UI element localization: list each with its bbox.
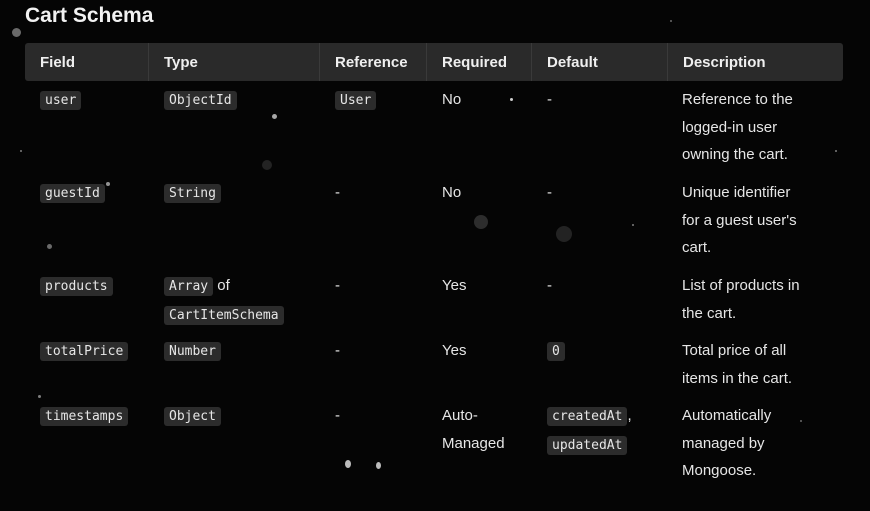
cell-required: No bbox=[427, 179, 532, 262]
schema-table: Field Type Reference Required Default De… bbox=[25, 43, 843, 479]
required-text: No bbox=[442, 91, 462, 108]
header-required: Required bbox=[427, 43, 532, 81]
field-code: guestId bbox=[40, 184, 105, 203]
default-code: 0 bbox=[547, 342, 565, 361]
type-code: Object bbox=[164, 407, 221, 426]
cell-reference: - bbox=[320, 402, 427, 485]
default-text: - bbox=[547, 184, 552, 201]
default-text: - bbox=[547, 277, 552, 294]
default-code-secondary: updatedAt bbox=[547, 435, 628, 455]
cell-field: guestId bbox=[25, 179, 149, 262]
cell-field: products bbox=[25, 272, 149, 329]
cell-type: Number bbox=[149, 337, 320, 392]
cell-type: Array of CartItemSchema bbox=[149, 272, 320, 329]
description-line: owning the cart. bbox=[682, 146, 788, 163]
cell-description: Reference to the logged-in user owning t… bbox=[668, 86, 843, 169]
cell-reference: - bbox=[320, 179, 427, 262]
description-line: Mongoose. bbox=[682, 462, 757, 479]
cell-description: Total price of all items in the cart. bbox=[668, 337, 843, 392]
header-type: Type bbox=[149, 43, 320, 81]
header-field: Field bbox=[25, 43, 149, 81]
table-row: guestId String - No - Unique identifier … bbox=[25, 179, 843, 262]
cell-default: - bbox=[532, 86, 668, 169]
cell-required: Auto- Managed bbox=[427, 402, 532, 485]
type-code: Number bbox=[164, 342, 221, 361]
required-text: No bbox=[442, 184, 462, 201]
cell-default: createdAt, updatedAt bbox=[532, 402, 668, 485]
cell-description: List of products in the cart. bbox=[668, 272, 843, 329]
reference-text: - bbox=[335, 277, 340, 294]
required-text: Auto- bbox=[442, 407, 478, 424]
required-text: Yes bbox=[442, 342, 467, 359]
cell-type: Object bbox=[149, 402, 320, 485]
description-line: managed by bbox=[682, 434, 765, 452]
cell-field: timestamps bbox=[25, 402, 149, 485]
cell-field: user bbox=[25, 86, 149, 169]
default-code: createdAt bbox=[547, 407, 628, 426]
type-suffix: of bbox=[213, 277, 230, 294]
cell-default: - bbox=[532, 272, 668, 329]
description-line: for a guest user's bbox=[682, 211, 797, 229]
cell-description: Unique identifier for a guest user's car… bbox=[668, 179, 843, 262]
description-line: List of products in bbox=[682, 277, 800, 294]
required-text: Managed bbox=[442, 434, 505, 452]
table-row: timestamps Object - Auto- Managed create… bbox=[25, 402, 843, 485]
cell-reference: User bbox=[320, 86, 427, 169]
description-line: cart. bbox=[682, 239, 712, 256]
reference-code: User bbox=[335, 91, 377, 110]
description-line: Automatically bbox=[682, 407, 772, 424]
cell-required: No bbox=[427, 86, 532, 169]
cell-default: - bbox=[532, 179, 668, 262]
table-row: user ObjectId User No - Reference to the… bbox=[25, 86, 843, 169]
table-header: Field Type Reference Required Default De… bbox=[25, 43, 843, 81]
cell-type: ObjectId bbox=[149, 86, 320, 169]
type-code: ObjectId bbox=[164, 91, 237, 110]
description-line: logged-in user bbox=[682, 118, 778, 136]
type-code-secondary: CartItemSchema bbox=[164, 305, 284, 325]
field-code: products bbox=[40, 277, 113, 296]
cell-reference: - bbox=[320, 272, 427, 329]
description-line: Unique identifier bbox=[682, 184, 791, 201]
cell-field: totalPrice bbox=[25, 337, 149, 392]
page-title: Cart Schema bbox=[25, 4, 154, 27]
field-code: timestamps bbox=[40, 407, 129, 426]
table-row: totalPrice Number - Yes 0 Total price of… bbox=[25, 337, 843, 392]
cell-reference: - bbox=[320, 337, 427, 392]
type-code: String bbox=[164, 184, 221, 203]
description-line: Total price of all bbox=[682, 342, 787, 359]
field-code: user bbox=[40, 91, 82, 110]
field-code: totalPrice bbox=[40, 342, 129, 361]
type-code: Array bbox=[164, 277, 214, 296]
header-default: Default bbox=[532, 43, 668, 81]
table-row: products Array of CartItemSchema - Yes -… bbox=[25, 272, 843, 329]
required-text: Yes bbox=[442, 277, 467, 294]
cell-description: Automatically managed by Mongoose. bbox=[668, 402, 843, 485]
cell-default: 0 bbox=[532, 337, 668, 392]
cell-required: Yes bbox=[427, 337, 532, 392]
description-line: items in the cart. bbox=[682, 369, 793, 387]
cell-required: Yes bbox=[427, 272, 532, 329]
reference-text: - bbox=[335, 342, 340, 359]
description-line: the cart. bbox=[682, 304, 737, 322]
reference-text: - bbox=[335, 407, 340, 424]
description-line: Reference to the bbox=[682, 91, 793, 108]
header-description: Description bbox=[683, 53, 766, 71]
default-text: - bbox=[547, 91, 552, 108]
reference-text: - bbox=[335, 184, 340, 201]
header-reference: Reference bbox=[320, 43, 427, 81]
cell-type: String bbox=[149, 179, 320, 262]
